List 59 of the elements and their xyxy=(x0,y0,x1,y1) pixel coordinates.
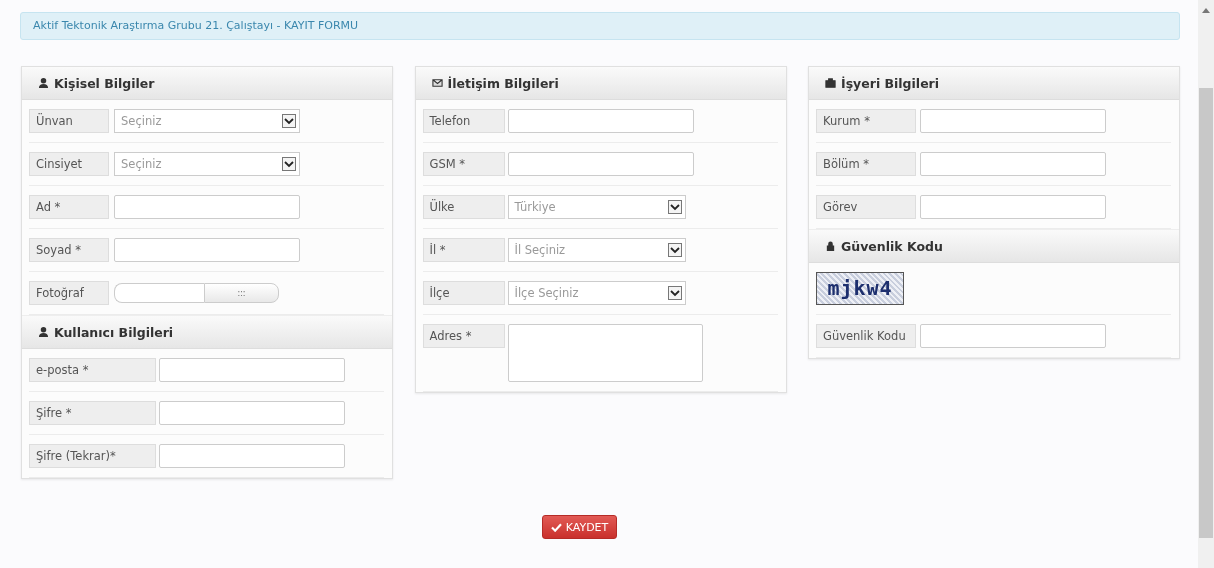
briefcase-icon xyxy=(825,77,836,89)
input-field[interactable] xyxy=(920,109,1106,133)
section-title: Güvenlik Kodu xyxy=(841,238,943,254)
dropdown-chevron-icon xyxy=(667,286,682,300)
envelope-icon xyxy=(431,77,443,89)
input-field[interactable] xyxy=(920,152,1106,176)
captcha-image: mjkw4 xyxy=(816,272,904,305)
file-path-field[interactable] xyxy=(114,283,204,303)
browse-button[interactable]: ::: xyxy=(204,283,279,303)
page-title-banner: Aktif Tektonik Araştırma Grubu 21. Çalıştayı - KAYIT FORMU xyxy=(20,12,1180,40)
dropdown-chevron-icon xyxy=(667,243,682,257)
select-dropdown[interactable]: İlçe Seçiniz xyxy=(507,281,686,305)
input-field[interactable] xyxy=(920,324,1106,348)
field-label: Fotoğraf xyxy=(29,281,109,305)
section-title: Kullanıcı Bilgileri xyxy=(54,324,174,340)
field-label: İl * xyxy=(422,238,505,262)
scroll-up-icon[interactable] xyxy=(1202,8,1210,13)
select-dropdown[interactable]: Türkiye xyxy=(507,195,686,219)
select-dropdown[interactable]: İl Seçiniz xyxy=(507,238,686,262)
dropdown-chevron-icon xyxy=(282,114,296,128)
section-title: İşyeri Bilgileri xyxy=(841,75,940,91)
field-label: Ülke xyxy=(422,195,505,219)
scrollbar-thumb[interactable] xyxy=(1199,88,1213,538)
select-dropdown[interactable]: Seçiniz xyxy=(114,152,300,176)
check-icon xyxy=(550,522,562,532)
select-dropdown[interactable]: Seçiniz xyxy=(114,109,300,133)
field-label: Telefon xyxy=(422,109,505,133)
field-label: Cinsiyet xyxy=(29,152,109,176)
save-button[interactable]: KAYDET xyxy=(541,515,618,539)
field-label: GSM * xyxy=(422,152,505,176)
user-icon xyxy=(38,326,49,338)
field-label: Adres * xyxy=(422,324,505,348)
lock-icon xyxy=(825,240,836,252)
input-field[interactable] xyxy=(114,238,300,262)
section-title: İletişim Bilgileri xyxy=(447,75,559,91)
field-label: Bölüm * xyxy=(816,152,916,176)
section-title: Kişisel Bilgiler xyxy=(54,75,155,91)
field-label: Görev xyxy=(816,195,916,219)
field-label: e-posta * xyxy=(29,358,156,382)
field-label: Ad * xyxy=(29,195,109,219)
field-label: Güvenlik Kodu xyxy=(816,324,916,348)
input-field[interactable] xyxy=(507,109,694,133)
field-label: Ünvan xyxy=(29,109,109,133)
scrollbar[interactable] xyxy=(1198,0,1214,568)
field-label: İlçe xyxy=(422,281,505,305)
input-field[interactable] xyxy=(507,152,694,176)
field-label: Soyad * xyxy=(29,238,109,262)
field-label: Şifre * xyxy=(29,401,156,425)
field-label: Kurum * xyxy=(816,109,916,133)
address-textarea[interactable] xyxy=(507,324,703,382)
user-icon xyxy=(38,77,49,89)
input-field[interactable] xyxy=(114,195,300,219)
input-field[interactable] xyxy=(159,401,345,425)
field-label: Şifre (Tekrar)* xyxy=(29,444,156,468)
input-field[interactable] xyxy=(159,444,345,468)
input-field[interactable] xyxy=(159,358,345,382)
dropdown-chevron-icon xyxy=(282,157,296,171)
input-field[interactable] xyxy=(920,195,1106,219)
dropdown-chevron-icon xyxy=(667,200,682,214)
